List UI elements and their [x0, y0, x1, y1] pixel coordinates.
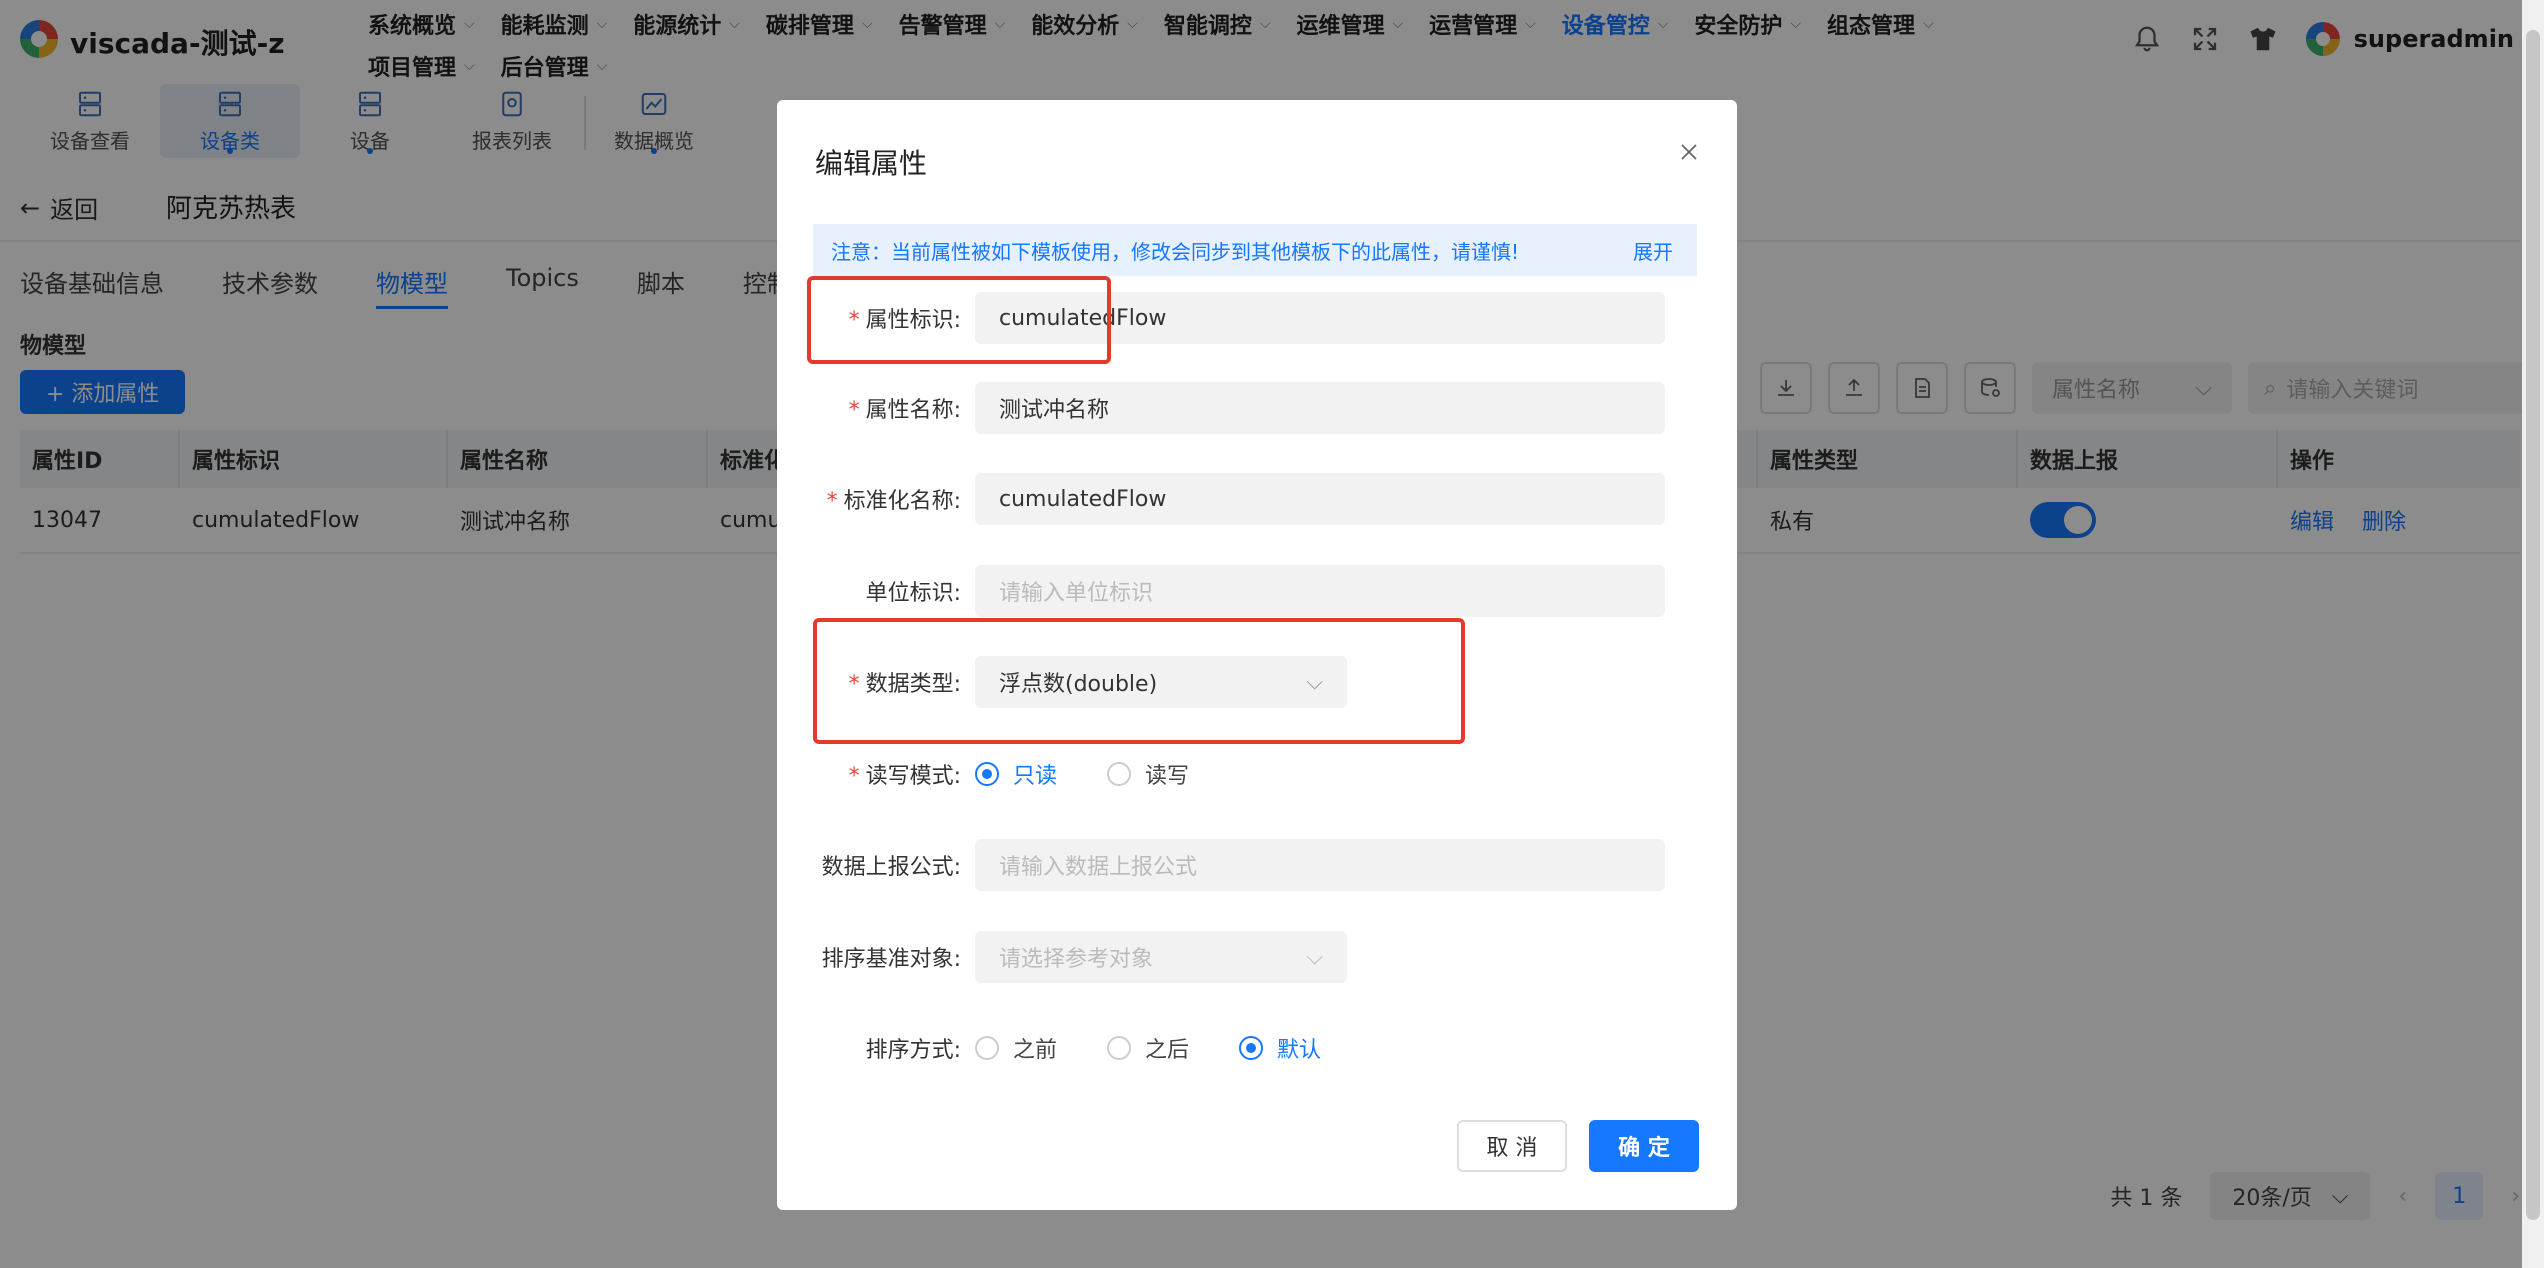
- field-row-std-name: * 标准化名称: cumulatedFlow: [777, 471, 1737, 527]
- field-row-formula: 数据上报公式: 请输入数据上报公式: [777, 837, 1737, 893]
- sort-ref-select[interactable]: 请选择参考对象 ⌵: [975, 931, 1347, 983]
- std-name-input[interactable]: cumulatedFlow: [975, 473, 1665, 525]
- close-icon[interactable]: [1671, 134, 1707, 170]
- page-scrollbar[interactable]: [2522, 0, 2544, 1268]
- field-row-rw-mode: * 读写模式: 只读 读写: [777, 746, 1737, 802]
- expand-link[interactable]: 展开: [1633, 236, 1673, 265]
- radio-read-only[interactable]: 只读: [975, 758, 1057, 790]
- rw-mode-radios: 只读 读写: [975, 758, 1239, 790]
- dialog-title: 编辑属性: [815, 147, 928, 180]
- notice-text: 注意：当前属性被如下模板使用，修改会同步到其他模板下的此属性，请谨慎!: [831, 239, 1520, 264]
- confirm-button[interactable]: 确 定: [1589, 1120, 1699, 1172]
- radio-before[interactable]: 之前: [975, 1032, 1057, 1064]
- chevron-down-icon: ⌵: [1306, 944, 1323, 970]
- sort-mode-radios: 之前 之后 默认: [975, 1032, 1371, 1064]
- field-row-sort-mode: 排序方式: 之前 之后 默认: [777, 1020, 1737, 1076]
- edit-attribute-dialog: 编辑属性 注意：当前属性被如下模板使用，修改会同步到其他模板下的此属性，请谨慎!…: [777, 100, 1737, 1210]
- radio-after[interactable]: 之后: [1107, 1032, 1189, 1064]
- highlight-box-identifier: [807, 276, 1111, 364]
- scrollbar-thumb[interactable]: [2526, 30, 2540, 1220]
- notice-banner: 注意：当前属性被如下模板使用，修改会同步到其他模板下的此属性，请谨慎! 展开: [813, 224, 1697, 276]
- cancel-button[interactable]: 取 消: [1457, 1120, 1567, 1172]
- field-row-unit: 单位标识: 请输入单位标识: [777, 563, 1737, 619]
- unit-input[interactable]: 请输入单位标识: [975, 565, 1665, 617]
- highlight-box-data-type: [813, 618, 1465, 744]
- field-row-sort-ref: 排序基准对象: 请选择参考对象 ⌵: [777, 929, 1737, 985]
- radio-default[interactable]: 默认: [1239, 1032, 1321, 1064]
- formula-input[interactable]: 请输入数据上报公式: [975, 839, 1665, 891]
- radio-read-write[interactable]: 读写: [1107, 758, 1189, 790]
- field-row-name: * 属性名称: 测试冲名称: [777, 380, 1737, 436]
- name-input[interactable]: 测试冲名称: [975, 382, 1665, 434]
